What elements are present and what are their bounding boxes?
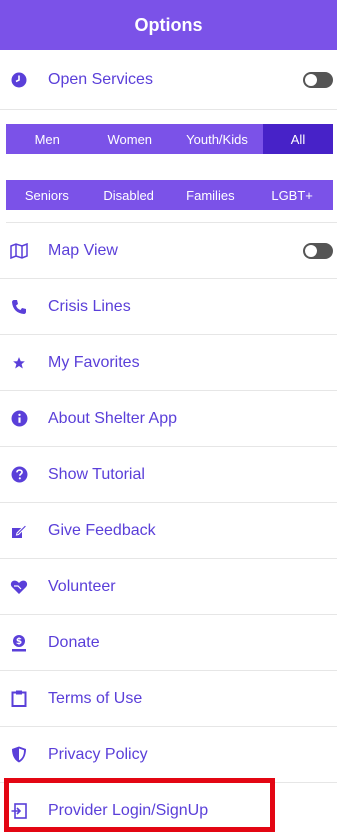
menu-item-donate[interactable]: $ Donate	[0, 615, 337, 671]
handshake-heart-icon	[10, 578, 28, 596]
toggle-knob	[305, 73, 317, 86]
menu-item-give-feedback[interactable]: Give Feedback	[0, 503, 337, 559]
map-view-label: Map View	[48, 241, 118, 259]
menu-item-privacy[interactable]: Privacy Policy	[0, 727, 337, 783]
menu-item-crisis-lines[interactable]: Crisis Lines	[0, 279, 337, 335]
clock-icon	[10, 71, 28, 89]
spacer	[6, 210, 337, 223]
map-view-row[interactable]: Map View	[0, 223, 337, 279]
gender-filter-bar: Men Women Youth/Kids All	[6, 124, 333, 154]
filter-seniors[interactable]: Seniors	[6, 180, 88, 210]
filter-youth-kids[interactable]: Youth/Kids	[171, 124, 263, 154]
question-icon	[10, 466, 28, 484]
toggle-knob	[305, 244, 317, 257]
filter-women[interactable]: Women	[89, 124, 172, 154]
map-icon	[10, 242, 28, 260]
open-services-label: Open Services	[48, 70, 153, 88]
volunteer-label: Volunteer	[48, 577, 116, 595]
donate-label: Donate	[48, 633, 100, 651]
group-filter-bar: Seniors Disabled Families LGBT+	[6, 180, 333, 210]
menu-item-about[interactable]: About Shelter App	[0, 391, 337, 447]
options-panel: Options Open Services Men Women Youth/Ki…	[0, 0, 337, 839]
menu-item-my-favorites[interactable]: My Favorites	[0, 335, 337, 391]
menu-item-terms[interactable]: Terms of Use	[0, 671, 337, 727]
open-services-toggle[interactable]	[303, 71, 333, 88]
privacy-label: Privacy Policy	[48, 745, 148, 763]
page-title: Options	[134, 14, 203, 35]
filter-families[interactable]: Families	[170, 180, 252, 210]
edit-icon	[10, 522, 28, 540]
open-services-row[interactable]: Open Services	[0, 50, 337, 110]
star-icon	[10, 354, 28, 372]
filter-men[interactable]: Men	[6, 124, 89, 154]
clipboard-icon	[10, 690, 28, 708]
filter-lgbt[interactable]: LGBT+	[251, 180, 333, 210]
filter-disabled[interactable]: Disabled	[88, 180, 170, 210]
give-feedback-label: Give Feedback	[48, 521, 156, 539]
donate-icon: $	[10, 634, 28, 652]
terms-label: Terms of Use	[48, 689, 143, 707]
crisis-lines-label: Crisis Lines	[48, 297, 131, 315]
my-favorites-label: My Favorites	[48, 353, 140, 371]
panel-header: Options	[0, 0, 337, 50]
highlight-box	[4, 778, 275, 832]
shield-icon	[10, 746, 28, 764]
menu-item-volunteer[interactable]: Volunteer	[0, 559, 337, 615]
info-icon	[10, 410, 28, 428]
map-view-toggle[interactable]	[303, 242, 333, 259]
show-tutorial-label: Show Tutorial	[48, 465, 145, 483]
svg-text:$: $	[16, 637, 22, 647]
filter-all[interactable]: All	[263, 124, 333, 154]
menu-item-show-tutorial[interactable]: Show Tutorial	[0, 447, 337, 503]
about-label: About Shelter App	[48, 409, 177, 427]
phone-icon	[10, 298, 28, 316]
